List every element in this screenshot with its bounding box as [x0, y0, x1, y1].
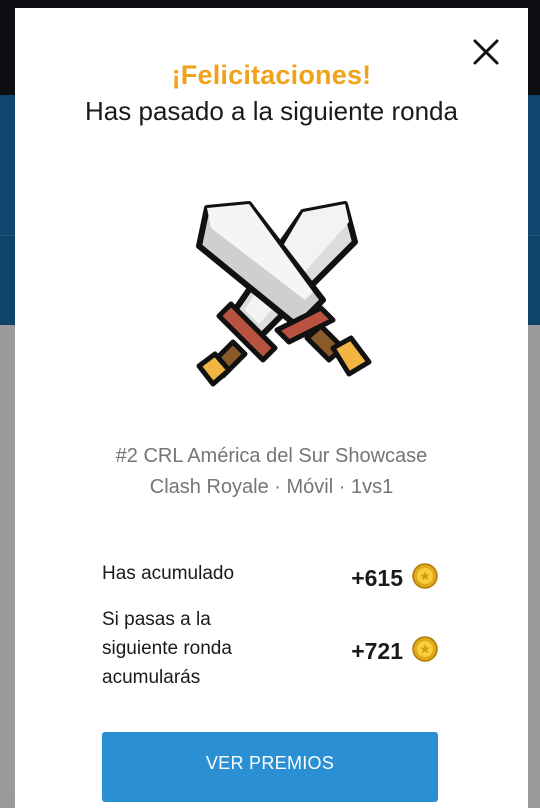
crossed-swords-icon	[196, 201, 372, 387]
coin-icon	[412, 636, 438, 662]
modal-subtitle: Has pasado a la siguiente ronda	[85, 96, 458, 126]
congratulations-modal: ¡Felicitaciones! Has pasado a la siguien…	[15, 8, 528, 808]
next-round-label: Si pasas a la siguiente ronda acumularás	[102, 609, 232, 688]
coin-icon	[412, 563, 438, 589]
next-round-amount: +721	[351, 638, 403, 664]
accumulated-amount: +615	[351, 565, 403, 591]
accumulated-label: Has acumulado	[102, 563, 235, 584]
event-name: #2 CRL América del Sur Showcase	[115, 445, 428, 467]
event-meta: Clash Royale · Móvil · 1vs1	[149, 476, 394, 498]
modal-title: ¡Felicitaciones!	[171, 60, 372, 90]
